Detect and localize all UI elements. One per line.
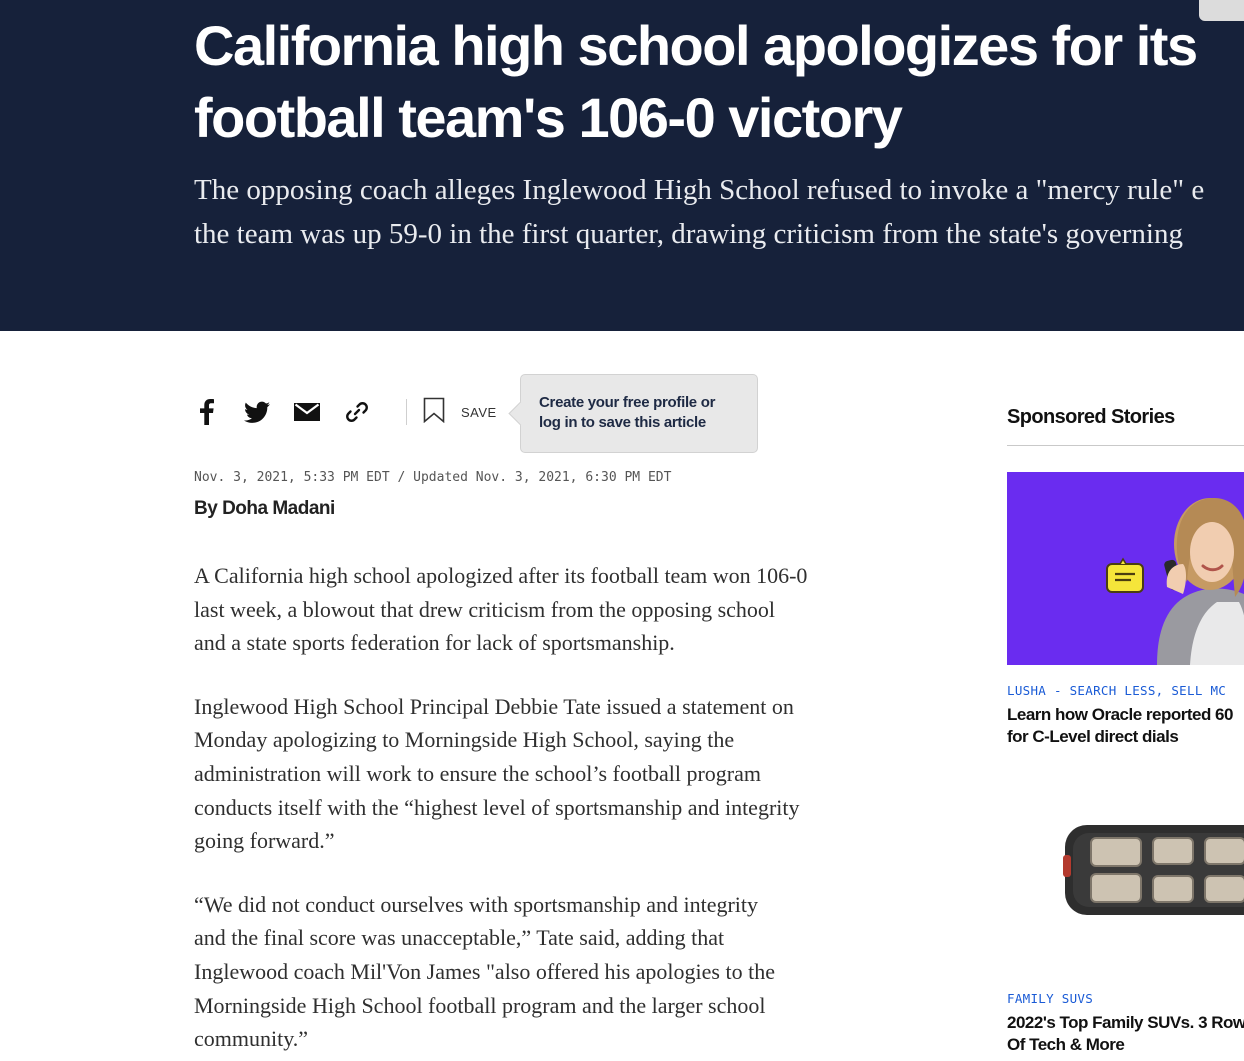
paragraph-line: A California high school apologized afte… — [194, 563, 808, 588]
paragraph: Inglewood High School Principal Debbie T… — [194, 690, 904, 858]
promo-card[interactable]: LUSHA - SEARCH LESS, SELL MC Learn how O… — [1007, 472, 1244, 748]
promo-card[interactable]: FAMILY SUVS 2022's Top Family SUVs. 3 Ro… — [1007, 780, 1244, 1056]
paragraph-line: Inglewood High School Principal Debbie T… — [194, 693, 794, 719]
paragraph-line: “We did not conduct ourselves with sport… — [194, 891, 759, 917]
promo-headline-line: 2022's Top Family SUVs. 3 Row — [1007, 1013, 1244, 1032]
headline: California high school apologizes for it… — [194, 10, 1244, 154]
byline[interactable]: By Doha Madani — [194, 498, 335, 520]
paragraph-line: Monday apologizing to Morningside High S… — [194, 727, 735, 753]
headline-line: California high school apologizes for it… — [194, 14, 1198, 77]
sponsored-sidebar: Sponsored Stories — [1007, 404, 1244, 446]
save-tooltip[interactable]: Create your free profile or log in to sa… — [520, 374, 758, 453]
promo-headline-line: Learn how Oracle reported 60 — [1007, 705, 1233, 724]
link-icon[interactable] — [344, 399, 370, 425]
paragraph-line: and the final score was unacceptable,” T… — [194, 925, 725, 951]
paragraph: “We did not conduct ourselves with sport… — [194, 888, 904, 1056]
timestamp: Nov. 3, 2021, 5:33 PM EDT / Updated Nov.… — [194, 470, 672, 485]
article-header: California high school apologizes for it… — [0, 0, 1244, 331]
sidebar-title: Sponsored Stories — [1007, 404, 1244, 446]
twitter-icon[interactable] — [244, 399, 270, 425]
paragraph-line: last week, a blowout that drew criticism… — [194, 596, 776, 622]
paragraph-line: conducts itself with the “highest level … — [194, 794, 800, 820]
headline-line: football team's 106-0 victory — [194, 86, 903, 149]
save-button[interactable]: SAVE — [423, 397, 497, 427]
paragraph-line: administration will work to ensure the s… — [194, 760, 762, 786]
facebook-icon[interactable] — [194, 399, 220, 425]
paragraph: A California high school apologized afte… — [194, 559, 904, 660]
tooltip-line: Create your free profile or — [539, 394, 716, 411]
promo-headline[interactable]: 2022's Top Family SUVs. 3 Row Of Tech & … — [1007, 1012, 1244, 1056]
promo-image[interactable] — [1007, 472, 1244, 665]
paragraph-line: and a state sports federation for lack o… — [194, 630, 675, 656]
promo-headline[interactable]: Learn how Oracle reported 60 for C-Level… — [1007, 704, 1244, 748]
tooltip-line: log in to save this article — [539, 414, 706, 431]
paragraph-line: Morningside High School football program… — [194, 992, 766, 1018]
email-icon[interactable] — [294, 399, 320, 425]
share-bar: SAVE — [194, 392, 497, 432]
dek-line: the team was up 59-0 in the first quarte… — [194, 218, 1183, 250]
promo-image[interactable] — [1007, 780, 1244, 973]
paragraph-line: going forward.” — [194, 828, 335, 854]
divider — [406, 399, 407, 425]
dek-line: The opposing coach alleges Inglewood Hig… — [194, 174, 1205, 206]
promo-headline-line: Of Tech & More — [1007, 1035, 1125, 1054]
paragraph-line: community.” — [194, 1026, 309, 1052]
promo-source[interactable]: LUSHA - SEARCH LESS, SELL MC — [1007, 683, 1244, 698]
bookmark-icon — [423, 397, 445, 427]
save-label: SAVE — [461, 404, 497, 420]
paragraph-line: Inglewood coach Mil'Von James "also offe… — [194, 958, 775, 984]
article-body: A California high school apologized afte… — [194, 559, 904, 1061]
promo-headline-line: for C-Level direct dials — [1007, 727, 1179, 746]
article-dek: The opposing coach alleges Inglewood Hig… — [194, 168, 1244, 256]
tooltip-text: Create your free profile or log in to sa… — [539, 393, 739, 433]
promo-source[interactable]: FAMILY SUVS — [1007, 991, 1244, 1006]
